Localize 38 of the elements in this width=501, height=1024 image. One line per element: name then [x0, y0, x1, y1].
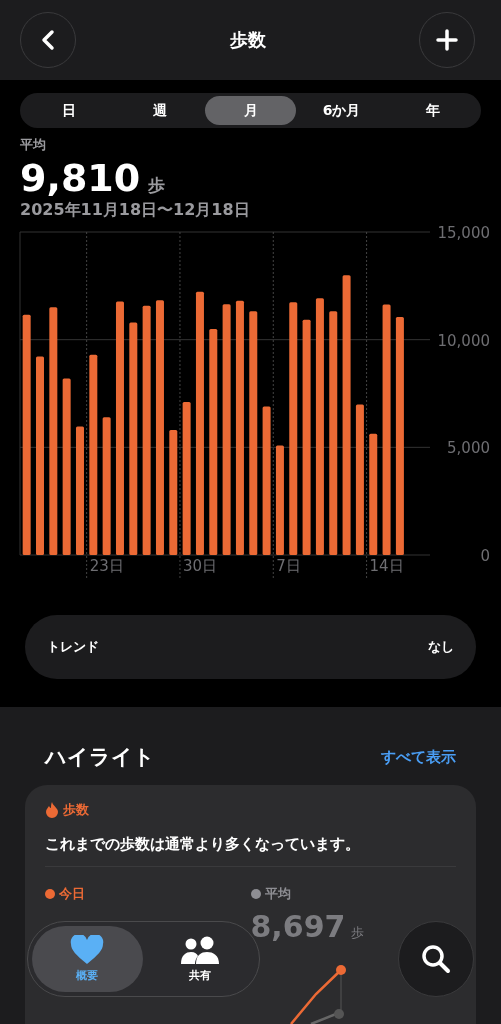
y-axis-label: 15,000: [437, 224, 490, 242]
back-button[interactable]: [20, 12, 76, 68]
legend-label: 平均: [264, 885, 291, 903]
average-value: 8,697: [250, 909, 346, 944]
people-icon: [179, 935, 220, 965]
period-tab[interactable]: 6か月: [296, 96, 387, 125]
highlight-message: これまでの歩数は通常より多くなっています。: [45, 835, 456, 867]
tab-bar-item[interactable]: 概要: [32, 926, 143, 992]
legend-label: 今日: [59, 885, 85, 903]
plus-icon: [436, 29, 458, 51]
y-axis-label: 0: [480, 547, 490, 565]
unit-label: 歩: [351, 924, 365, 942]
category-label: 歩数: [63, 801, 89, 819]
trend-label: トレンド: [47, 638, 99, 656]
unit-label: 歩: [148, 174, 166, 197]
section-title: ハイライト: [45, 744, 155, 771]
average-label: 平均: [20, 136, 47, 154]
x-axis-label: 7日: [276, 557, 301, 575]
heart-icon: [70, 935, 105, 965]
average-value: 9,810: [20, 156, 141, 200]
trend-card[interactable]: トレンド なし: [25, 615, 476, 679]
x-axis-label: 23日: [89, 557, 124, 575]
y-axis-label: 5,000: [447, 439, 490, 458]
show-all-link[interactable]: すべて表示: [381, 747, 456, 767]
y-axis-label: 10,000: [437, 331, 490, 350]
trend-value: なし: [428, 638, 454, 656]
period-tab[interactable]: 日: [23, 96, 114, 125]
period-tab[interactable]: 年: [387, 96, 478, 125]
period-tab[interactable]: 週: [114, 96, 205, 125]
flame-icon: [45, 802, 59, 818]
x-axis-label: 14日: [369, 557, 404, 575]
page-title: 歩数: [229, 28, 266, 52]
period-tab[interactable]: 月: [205, 96, 296, 125]
x-axis-label: 30日: [182, 557, 218, 575]
add-button[interactable]: [419, 12, 475, 68]
chevron-left-icon: [40, 29, 56, 51]
search-icon: [421, 944, 451, 974]
date-range: 2025年11月18日〜12月18日: [20, 200, 251, 221]
